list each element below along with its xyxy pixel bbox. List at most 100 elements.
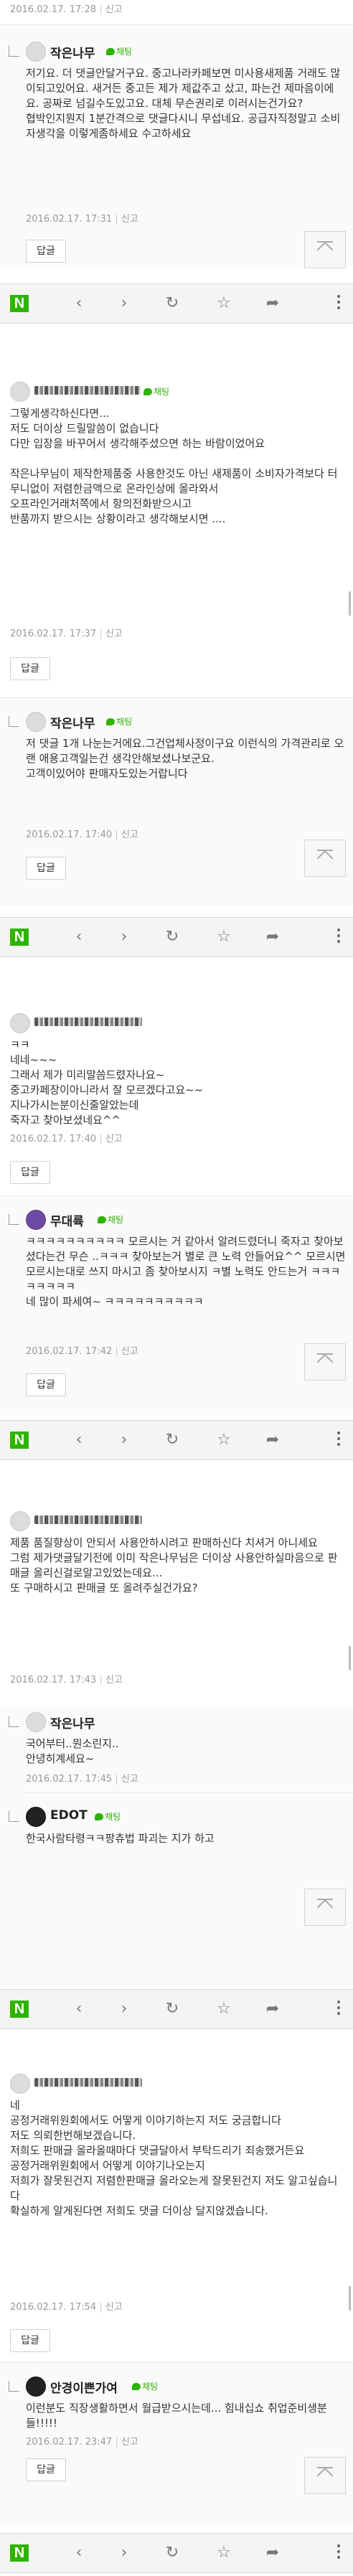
comment-time: 2016.02.17. 17:43 [10, 1675, 97, 1686]
chat-badge[interactable]: 채팅 [106, 715, 132, 728]
more-icon[interactable] [337, 1432, 340, 1449]
report-link[interactable]: 신고 [105, 1675, 123, 1686]
scroll-top-button[interactable] [304, 231, 346, 268]
avatar[interactable] [26, 712, 46, 732]
avatar[interactable] [10, 1013, 30, 1033]
star-icon[interactable]: ☆ [202, 1421, 245, 1459]
back-icon[interactable]: ‹ [57, 918, 100, 956]
reply-button[interactable]: 답글 [26, 240, 66, 263]
chat-icon [106, 718, 115, 725]
comment-body: 한국사람타령ㅋㅋ팡츄법 파괴는 지가 하고 [26, 1832, 215, 1845]
report-link[interactable]: 신고 [121, 2437, 138, 2448]
reply-arrow-icon [9, 1214, 19, 1225]
comment-time: 2016.02.17. 23:47 [26, 2437, 113, 2448]
chat-icon [143, 388, 152, 395]
naver-logo[interactable]: N [10, 2001, 29, 2018]
scrollbar[interactable] [349, 591, 351, 616]
forward-icon[interactable]: › [103, 1990, 146, 2029]
reply-arrow-icon [9, 1811, 19, 1822]
back-icon[interactable]: ‹ [57, 1990, 100, 2029]
comment-time: 2016.02.17. 17:40 [10, 1134, 97, 1144]
naver-logo[interactable]: N [10, 295, 29, 312]
share-icon[interactable]: ➦ [251, 1421, 294, 1459]
chat-badge[interactable]: 채팅 [106, 45, 132, 57]
share-icon[interactable]: ➦ [251, 2534, 294, 2572]
report-link[interactable]: 신고 [105, 629, 123, 639]
back-icon[interactable]: ‹ [57, 1421, 100, 1459]
comment-author[interactable]: EDOT [50, 1808, 88, 1823]
chat-badge[interactable]: 채팅 [143, 385, 169, 398]
comment-author[interactable]: 작은나무 [50, 43, 95, 61]
naver-logo[interactable]: N [10, 929, 29, 946]
reply-button[interactable]: 답글 [26, 1373, 66, 1396]
forward-icon[interactable]: › [103, 2534, 146, 2572]
scrollbar[interactable] [349, 1646, 351, 1670]
comment-time: 2016.02.17. 17:45 [26, 1774, 113, 1785]
reply-arrow-icon [9, 1716, 19, 1727]
refresh-icon[interactable]: ↻ [151, 2534, 194, 2572]
star-icon[interactable]: ☆ [202, 284, 245, 323]
comment-author[interactable]: 무대륙 [50, 1211, 84, 1229]
comment-author[interactable]: 안경이쁜가여 [50, 2378, 118, 2396]
avatar[interactable] [10, 1511, 30, 1531]
report-link[interactable]: 신고 [105, 2302, 123, 2313]
star-icon[interactable]: ☆ [202, 1990, 245, 2029]
refresh-icon[interactable]: ↻ [151, 284, 194, 323]
comment-author[interactable]: 작은나무 [50, 713, 95, 731]
more-icon[interactable] [337, 2544, 340, 2562]
forward-icon[interactable]: › [103, 918, 146, 956]
refresh-icon[interactable]: ↻ [151, 1990, 194, 2029]
report-link[interactable]: 신고 [121, 1774, 138, 1785]
star-icon[interactable]: ☆ [202, 2534, 245, 2572]
back-icon[interactable]: ‹ [57, 2534, 100, 2572]
avatar[interactable] [26, 42, 46, 62]
scroll-top-button[interactable] [304, 1343, 346, 1381]
report-link[interactable]: 신고 [105, 1134, 123, 1144]
scrollbar[interactable] [349, 2286, 351, 2311]
browser-nav: N ‹ › ↻ ☆ ➦ [0, 2533, 353, 2573]
report-link[interactable]: 신고 [121, 1346, 138, 1357]
chat-icon [98, 1216, 106, 1223]
chat-badge[interactable]: 채팅 [132, 2380, 158, 2392]
report-link[interactable]: 신고 [105, 4, 123, 15]
scroll-top-button[interactable] [304, 1889, 346, 1926]
more-icon[interactable] [337, 2001, 340, 2018]
naver-logo[interactable]: N [10, 2544, 29, 2562]
avatar[interactable] [26, 1807, 46, 1827]
avatar[interactable] [26, 1210, 46, 1230]
chat-badge[interactable]: 채팅 [95, 1810, 121, 1823]
forward-icon[interactable]: › [103, 284, 146, 323]
author-masked [34, 1017, 142, 1026]
share-icon[interactable]: ➦ [251, 918, 294, 956]
reply-button[interactable]: 답글 [26, 2458, 66, 2481]
naver-logo[interactable]: N [10, 1432, 29, 1449]
reply-button[interactable]: 답글 [26, 857, 66, 880]
forward-icon[interactable]: › [103, 1421, 146, 1459]
screen-3: ㅋㅋ 네네~~~ 그래서 제가 미리말씀드렸자나요~ 중고카페장이아니라서 잘 … [0, 1002, 353, 1478]
reply-button[interactable]: 답글 [10, 1161, 50, 1184]
back-icon[interactable]: ‹ [57, 284, 100, 323]
comment-item: 제품 품질향상이 안되서 사용안하시려고 판매하신다 치셔거 아니세요 그럼 제… [10, 1511, 343, 1688]
refresh-icon[interactable]: ↻ [151, 1421, 194, 1459]
reply-button[interactable]: 답글 [10, 2329, 50, 2352]
avatar[interactable] [10, 2074, 30, 2094]
chat-badge[interactable]: 채팅 [98, 1213, 123, 1226]
more-icon[interactable] [337, 929, 340, 946]
scroll-top-button[interactable] [304, 840, 346, 877]
reply-button[interactable]: 답글 [10, 657, 50, 680]
avatar[interactable] [26, 1712, 46, 1732]
report-link[interactable]: 신고 [121, 829, 138, 840]
more-icon[interactable] [337, 295, 340, 312]
star-icon[interactable]: ☆ [202, 918, 245, 956]
avatar[interactable] [26, 2377, 46, 2397]
avatar[interactable] [10, 382, 30, 402]
share-icon[interactable]: ➦ [251, 284, 294, 323]
comment-body: 그렇게생각하신다면... 저도 더이상 드릴말씀이 없습니다 다만 입장을 바꾸… [10, 407, 338, 525]
scroll-top-button[interactable] [304, 2457, 346, 2494]
screen-5: 네 공정거래위원회에서도 어떻게 이야기하는지 저도 궁금합니다 저도 의뢰한번… [0, 2074, 353, 2576]
report-link[interactable]: 신고 [121, 214, 138, 225]
refresh-icon[interactable]: ↻ [151, 918, 194, 956]
chat-icon [95, 1813, 103, 1820]
share-icon[interactable]: ➦ [251, 1990, 294, 2029]
comment-author[interactable]: 작은나무 [50, 1714, 95, 1731]
